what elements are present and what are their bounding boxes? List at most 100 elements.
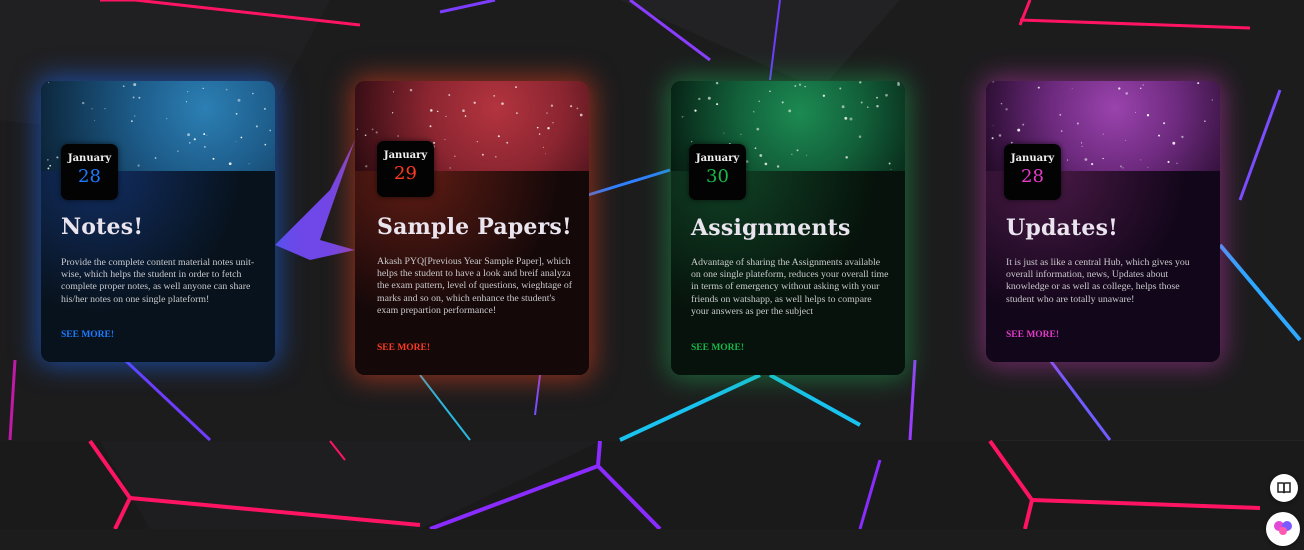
see-more-link[interactable]: SEE MORE! — [1006, 330, 1059, 340]
reader-mode-button[interactable] — [1270, 474, 1298, 502]
star-dot — [897, 81, 900, 85]
star-dot — [263, 107, 266, 110]
card-notes: January 28 Notes! Provide the complete c… — [41, 81, 275, 362]
star-dot — [1158, 134, 1160, 137]
star-dot — [462, 109, 465, 113]
star-dot — [550, 104, 554, 107]
star-dot — [481, 153, 484, 156]
see-more-link[interactable]: SEE MORE! — [61, 330, 114, 340]
star-dot — [1119, 165, 1123, 168]
star-dot — [707, 96, 711, 100]
star-dot — [867, 106, 869, 108]
star-dot — [264, 143, 267, 146]
star-dot — [133, 83, 137, 87]
star-dot — [189, 142, 191, 144]
star-dot — [1076, 122, 1079, 125]
card-description: Akash PYQ[Previous Year Sample Paper], w… — [377, 256, 573, 316]
star-dot — [776, 165, 780, 168]
star-dot — [177, 150, 179, 153]
star-dot — [252, 92, 254, 95]
star-dot — [430, 109, 433, 112]
star-dot — [716, 103, 719, 106]
star-dot — [371, 128, 374, 131]
star-dot — [876, 104, 879, 108]
star-dot — [448, 94, 451, 96]
star-dot — [91, 108, 93, 110]
star-dot — [1181, 135, 1184, 139]
star-dot — [681, 116, 683, 118]
star-dot — [796, 149, 799, 152]
star-dot — [235, 141, 237, 142]
star-dot — [203, 133, 206, 136]
date-day: 30 — [706, 166, 729, 187]
assistant-button[interactable] — [1266, 512, 1300, 546]
star-dot — [1135, 111, 1137, 113]
star-dot — [397, 135, 399, 137]
star-dot — [890, 168, 892, 170]
star-dot — [187, 91, 189, 93]
star-dot — [576, 107, 579, 110]
star-dot — [992, 125, 994, 127]
star-dot — [1197, 82, 1200, 85]
star-dot — [409, 88, 413, 92]
star-dot — [1022, 123, 1025, 126]
star-dot — [876, 96, 878, 99]
star-dot — [1146, 114, 1150, 117]
star-dot — [515, 86, 517, 89]
star-dot — [131, 120, 133, 122]
star-dot — [476, 140, 478, 143]
star-dot — [1125, 139, 1127, 141]
star-dot — [859, 81, 862, 84]
star-dot — [536, 126, 539, 129]
star-dot — [1125, 92, 1128, 95]
star-dot — [822, 94, 826, 97]
star-dot — [1142, 84, 1144, 86]
star-dot — [1118, 87, 1121, 90]
star-dot — [1080, 142, 1083, 144]
star-dot — [1059, 113, 1062, 116]
date-month: January — [383, 150, 428, 161]
see-more-link[interactable]: SEE MORE! — [377, 343, 430, 353]
card-updates: January 28 Updates! It is just as like a… — [986, 81, 1220, 362]
star-dot — [154, 157, 157, 159]
star-dot — [436, 110, 439, 113]
star-dot — [683, 116, 685, 117]
date-day: 28 — [1021, 166, 1044, 187]
star-dot — [49, 164, 52, 167]
star-dot — [240, 136, 243, 139]
date-month: January — [1010, 153, 1055, 164]
star-dot — [769, 90, 771, 93]
star-dot — [193, 138, 196, 141]
card-description: Advantage of sharing the Assignments ava… — [691, 257, 889, 317]
star-dot — [132, 96, 135, 99]
see-more-link[interactable]: SEE MORE! — [691, 343, 744, 353]
star-dot — [473, 101, 476, 104]
star-dot — [501, 102, 504, 105]
star-dot — [1122, 167, 1124, 169]
star-dot — [752, 110, 755, 113]
star-dot — [1060, 130, 1063, 132]
card-title: Assignments — [691, 215, 851, 241]
star-dot — [364, 134, 367, 137]
star-dot — [694, 109, 697, 112]
star-dot — [1172, 141, 1176, 145]
star-dot — [1037, 86, 1040, 89]
star-dot — [806, 154, 808, 156]
star-dot — [1102, 133, 1104, 135]
star-dot — [134, 115, 136, 117]
star-dot — [794, 85, 797, 87]
star-dot — [433, 141, 436, 144]
star-dot — [1211, 99, 1214, 101]
star-dot — [788, 109, 792, 113]
card-assignments: January 30 Assignments Advantage of shar… — [671, 81, 905, 375]
date-day: 28 — [78, 166, 101, 187]
date-day: 29 — [394, 163, 417, 184]
date-badge: January 30 — [689, 144, 746, 200]
star-dot — [122, 85, 125, 88]
card-sample-papers: January 29 Sample Papers! Akash PYQ[Prev… — [355, 81, 589, 375]
star-dot — [454, 155, 456, 157]
date-badge: January 28 — [1004, 144, 1061, 200]
star-dot — [804, 86, 806, 88]
star-dot — [1017, 128, 1021, 132]
star-dot — [858, 135, 862, 138]
